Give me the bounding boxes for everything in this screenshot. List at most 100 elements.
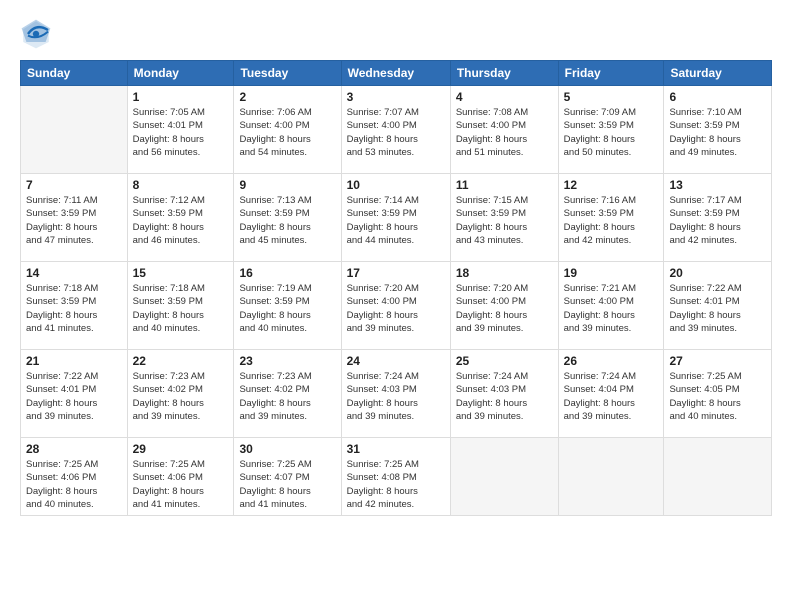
day-cell: 29 Sunrise: 7:25 AM Sunset: 4:06 PM Dayli… — [127, 438, 234, 516]
day-number: 27 — [669, 354, 766, 368]
day-cell: 4 Sunrise: 7:08 AM Sunset: 4:00 PM Daylig… — [450, 86, 558, 174]
day-cell: 13 Sunrise: 7:17 AM Sunset: 3:59 PM Dayli… — [664, 174, 772, 262]
day-number: 1 — [133, 90, 229, 104]
day-info: Sunrise: 7:20 AM Sunset: 4:00 PM Dayligh… — [347, 282, 445, 335]
day-info: Sunrise: 7:25 AM Sunset: 4:06 PM Dayligh… — [133, 458, 229, 511]
day-number: 20 — [669, 266, 766, 280]
day-info: Sunrise: 7:23 AM Sunset: 4:02 PM Dayligh… — [239, 370, 335, 423]
day-info: Sunrise: 7:23 AM Sunset: 4:02 PM Dayligh… — [133, 370, 229, 423]
day-cell: 21 Sunrise: 7:22 AM Sunset: 4:01 PM Dayli… — [21, 350, 128, 438]
day-info: Sunrise: 7:25 AM Sunset: 4:06 PM Dayligh… — [26, 458, 122, 511]
logo-icon — [20, 18, 52, 50]
day-info: Sunrise: 7:24 AM Sunset: 4:04 PM Dayligh… — [564, 370, 659, 423]
day-info: Sunrise: 7:25 AM Sunset: 4:08 PM Dayligh… — [347, 458, 445, 511]
day-info: Sunrise: 7:24 AM Sunset: 4:03 PM Dayligh… — [347, 370, 445, 423]
day-number: 18 — [456, 266, 553, 280]
day-info: Sunrise: 7:11 AM Sunset: 3:59 PM Dayligh… — [26, 194, 122, 247]
day-cell: 28 Sunrise: 7:25 AM Sunset: 4:06 PM Dayli… — [21, 438, 128, 516]
day-info: Sunrise: 7:16 AM Sunset: 3:59 PM Dayligh… — [564, 194, 659, 247]
day-info: Sunrise: 7:18 AM Sunset: 3:59 PM Dayligh… — [133, 282, 229, 335]
day-number: 31 — [347, 442, 445, 456]
logo — [20, 18, 58, 50]
day-number: 9 — [239, 178, 335, 192]
week-row-5: 28 Sunrise: 7:25 AM Sunset: 4:06 PM Dayli… — [21, 438, 772, 516]
day-info: Sunrise: 7:14 AM Sunset: 3:59 PM Dayligh… — [347, 194, 445, 247]
day-number: 17 — [347, 266, 445, 280]
day-cell: 15 Sunrise: 7:18 AM Sunset: 3:59 PM Dayli… — [127, 262, 234, 350]
weekday-header-sunday: Sunday — [21, 61, 128, 86]
day-info: Sunrise: 7:18 AM Sunset: 3:59 PM Dayligh… — [26, 282, 122, 335]
day-cell: 2Sunrise: 7:06 AM Sunset: 4:00 PM Daylig… — [234, 86, 341, 174]
day-cell: 26 Sunrise: 7:24 AM Sunset: 4:04 PM Dayli… — [558, 350, 664, 438]
day-info: Sunrise: 7:20 AM Sunset: 4:00 PM Dayligh… — [456, 282, 553, 335]
day-cell: 30 Sunrise: 7:25 AM Sunset: 4:07 PM Dayli… — [234, 438, 341, 516]
day-cell: 24 Sunrise: 7:24 AM Sunset: 4:03 PM Dayli… — [341, 350, 450, 438]
day-info: Sunrise: 7:06 AM Sunset: 4:00 PM Dayligh… — [239, 106, 335, 159]
day-cell — [558, 438, 664, 516]
day-info: Sunrise: 7:17 AM Sunset: 3:59 PM Dayligh… — [669, 194, 766, 247]
week-row-4: 21 Sunrise: 7:22 AM Sunset: 4:01 PM Dayli… — [21, 350, 772, 438]
day-cell: 23Sunrise: 7:23 AM Sunset: 4:02 PM Dayli… — [234, 350, 341, 438]
day-cell: 27 Sunrise: 7:25 AM Sunset: 4:05 PM Dayli… — [664, 350, 772, 438]
day-number: 14 — [26, 266, 122, 280]
day-info: Sunrise: 7:12 AM Sunset: 3:59 PM Dayligh… — [133, 194, 229, 247]
day-cell: 9 Sunrise: 7:13 AM Sunset: 3:59 PM Daylig… — [234, 174, 341, 262]
week-row-1: 1 Sunrise: 7:05 AM Sunset: 4:01 PM Daylig… — [21, 86, 772, 174]
day-cell: 17 Sunrise: 7:20 AM Sunset: 4:00 PM Dayli… — [341, 262, 450, 350]
day-info: Sunrise: 7:22 AM Sunset: 4:01 PM Dayligh… — [26, 370, 122, 423]
week-row-2: 7 Sunrise: 7:11 AM Sunset: 3:59 PM Daylig… — [21, 174, 772, 262]
week-row-3: 14 Sunrise: 7:18 AM Sunset: 3:59 PM Dayli… — [21, 262, 772, 350]
day-number: 6 — [669, 90, 766, 104]
day-number: 28 — [26, 442, 122, 456]
weekday-header-monday: Monday — [127, 61, 234, 86]
day-cell: 22 Sunrise: 7:23 AM Sunset: 4:02 PM Dayli… — [127, 350, 234, 438]
day-number: 30 — [239, 442, 335, 456]
day-number: 12 — [564, 178, 659, 192]
day-number: 8 — [133, 178, 229, 192]
day-number: 5 — [564, 90, 659, 104]
day-info: Sunrise: 7:07 AM Sunset: 4:00 PM Dayligh… — [347, 106, 445, 159]
day-cell: 8 Sunrise: 7:12 AM Sunset: 3:59 PM Daylig… — [127, 174, 234, 262]
day-cell: 18 Sunrise: 7:20 AM Sunset: 4:00 PM Dayli… — [450, 262, 558, 350]
day-cell — [664, 438, 772, 516]
day-cell: 16Sunrise: 7:19 AM Sunset: 3:59 PM Dayli… — [234, 262, 341, 350]
day-number: 26 — [564, 354, 659, 368]
day-number: 7 — [26, 178, 122, 192]
day-number: 4 — [456, 90, 553, 104]
day-info: Sunrise: 7:09 AM Sunset: 3:59 PM Dayligh… — [564, 106, 659, 159]
weekday-header-thursday: Thursday — [450, 61, 558, 86]
day-number: 24 — [347, 354, 445, 368]
day-info: Sunrise: 7:10 AM Sunset: 3:59 PM Dayligh… — [669, 106, 766, 159]
day-cell: 20Sunrise: 7:22 AM Sunset: 4:01 PM Dayli… — [664, 262, 772, 350]
day-number: 3 — [347, 90, 445, 104]
calendar-header: SundayMondayTuesdayWednesdayThursdayFrid… — [21, 61, 772, 86]
day-cell — [21, 86, 128, 174]
day-number: 25 — [456, 354, 553, 368]
day-number: 29 — [133, 442, 229, 456]
day-info: Sunrise: 7:25 AM Sunset: 4:07 PM Dayligh… — [239, 458, 335, 511]
day-cell: 3 Sunrise: 7:07 AM Sunset: 4:00 PM Daylig… — [341, 86, 450, 174]
day-cell: 14 Sunrise: 7:18 AM Sunset: 3:59 PM Dayli… — [21, 262, 128, 350]
day-number: 10 — [347, 178, 445, 192]
day-info: Sunrise: 7:13 AM Sunset: 3:59 PM Dayligh… — [239, 194, 335, 247]
day-cell: 10 Sunrise: 7:14 AM Sunset: 3:59 PM Dayli… — [341, 174, 450, 262]
day-number: 16 — [239, 266, 335, 280]
day-number: 21 — [26, 354, 122, 368]
day-cell: 5 Sunrise: 7:09 AM Sunset: 3:59 PM Daylig… — [558, 86, 664, 174]
day-number: 15 — [133, 266, 229, 280]
day-number: 22 — [133, 354, 229, 368]
day-info: Sunrise: 7:08 AM Sunset: 4:00 PM Dayligh… — [456, 106, 553, 159]
day-number: 19 — [564, 266, 659, 280]
weekday-header-tuesday: Tuesday — [234, 61, 341, 86]
day-info: Sunrise: 7:25 AM Sunset: 4:05 PM Dayligh… — [669, 370, 766, 423]
day-cell: 1 Sunrise: 7:05 AM Sunset: 4:01 PM Daylig… — [127, 86, 234, 174]
day-cell: 12 Sunrise: 7:16 AM Sunset: 3:59 PM Dayli… — [558, 174, 664, 262]
calendar-table: SundayMondayTuesdayWednesdayThursdayFrid… — [20, 60, 772, 516]
weekday-header-saturday: Saturday — [664, 61, 772, 86]
day-info: Sunrise: 7:24 AM Sunset: 4:03 PM Dayligh… — [456, 370, 553, 423]
weekday-header-row: SundayMondayTuesdayWednesdayThursdayFrid… — [21, 61, 772, 86]
header — [20, 18, 772, 50]
day-number: 13 — [669, 178, 766, 192]
day-info: Sunrise: 7:05 AM Sunset: 4:01 PM Dayligh… — [133, 106, 229, 159]
day-cell — [450, 438, 558, 516]
